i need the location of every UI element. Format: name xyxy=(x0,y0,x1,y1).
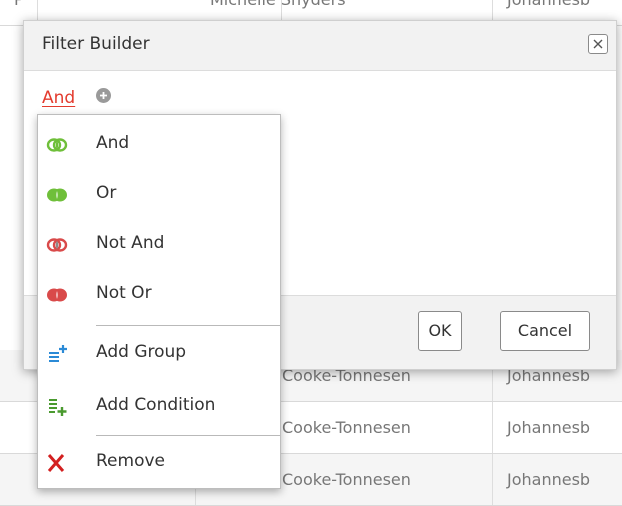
menu-item-not-and[interactable]: Not And xyxy=(38,219,280,269)
dialog-title: Filter Builder xyxy=(42,34,150,54)
add-condition-button[interactable] xyxy=(96,88,111,103)
menu-item-and[interactable]: And xyxy=(38,119,280,169)
or-group-icon xyxy=(47,188,67,202)
menu-item-label: Or xyxy=(96,183,117,203)
add-condition-icon xyxy=(49,399,67,416)
menu-item-label: Add Condition xyxy=(96,395,216,415)
ok-button[interactable]: OK xyxy=(418,311,462,351)
menu-item-label: Add Group xyxy=(96,342,187,362)
menu-item-not-or[interactable]: Not Or xyxy=(38,269,280,319)
group-operator-link[interactable]: And xyxy=(42,88,75,108)
menu-item-remove[interactable]: Remove xyxy=(38,437,280,487)
group-operation-menu: And Or Not And Not Or Add Group Add Cond… xyxy=(37,114,281,489)
close-button[interactable] xyxy=(588,34,608,54)
menu-item-label: And xyxy=(96,133,130,153)
plus-circle-icon xyxy=(100,92,107,99)
dialog-header: Filter Builder xyxy=(24,21,616,71)
menu-separator xyxy=(96,325,280,326)
close-icon xyxy=(593,39,603,49)
not-and-group-icon xyxy=(46,238,68,252)
cancel-button[interactable]: Cancel xyxy=(500,311,590,351)
not-or-group-icon xyxy=(47,288,67,302)
table-cell: Johannesb xyxy=(507,470,591,489)
menu-item-label: Not And xyxy=(96,233,165,253)
and-group-icon xyxy=(46,138,68,152)
add-group-icon xyxy=(49,345,67,362)
menu-separator xyxy=(96,435,280,436)
menu-item-label: Remove xyxy=(96,451,165,471)
menu-item-add-condition[interactable]: Add Condition xyxy=(38,381,280,431)
menu-item-or[interactable]: Or xyxy=(38,169,280,219)
remove-icon xyxy=(47,454,65,472)
menu-item-label: Not Or xyxy=(96,283,152,303)
menu-item-add-group[interactable]: Add Group xyxy=(38,328,280,378)
table-cell: Johannesb xyxy=(507,418,591,437)
